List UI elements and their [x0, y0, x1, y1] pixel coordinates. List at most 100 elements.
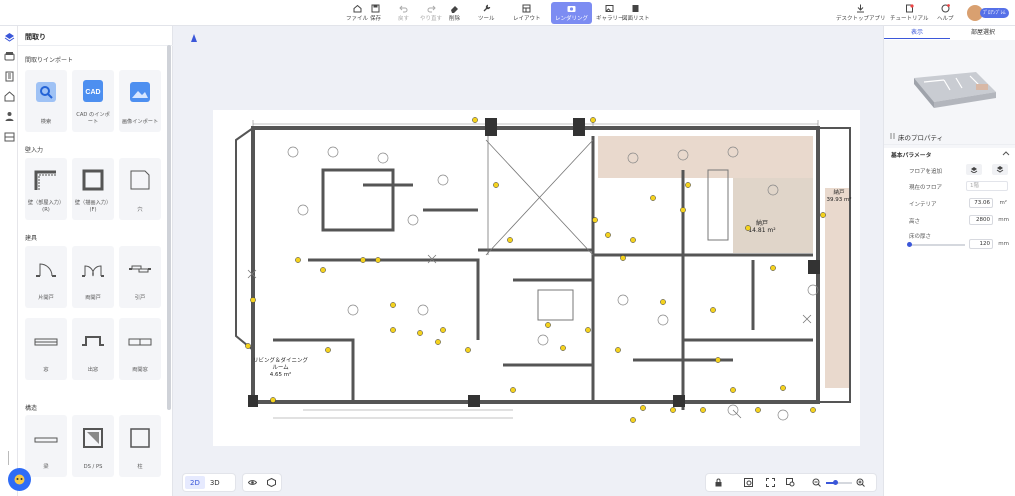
- tile-wall-room[interactable]: 壁（部屋入力）(R): [25, 158, 67, 220]
- toolbar-redo-button[interactable]: やり直す: [420, 2, 442, 24]
- plan-marker[interactable]: [592, 217, 598, 223]
- tile-single-door[interactable]: 片開戸: [25, 246, 67, 308]
- eye-icon[interactable]: [248, 478, 257, 487]
- tab-room-select[interactable]: 部屋選択: [950, 26, 1015, 39]
- plan-marker[interactable]: [295, 257, 301, 263]
- plan-marker[interactable]: [375, 257, 381, 263]
- plan-marker[interactable]: [417, 330, 423, 336]
- furniture-icon[interactable]: [4, 51, 15, 62]
- plan-marker[interactable]: [780, 385, 786, 391]
- person-icon[interactable]: [4, 111, 15, 122]
- storage-icon[interactable]: [4, 131, 15, 142]
- plan-marker[interactable]: [605, 232, 611, 238]
- plan-marker[interactable]: [820, 212, 826, 218]
- tile-beam[interactable]: 梁: [25, 415, 67, 477]
- plan-marker[interactable]: [250, 297, 256, 303]
- view-2d-button[interactable]: 2D: [185, 476, 205, 489]
- plan-marker[interactable]: [510, 387, 516, 393]
- tile-ds-ps[interactable]: DS / PS: [72, 415, 114, 477]
- plan-marker[interactable]: [730, 387, 736, 393]
- tile-opening[interactable]: 穴: [119, 158, 161, 220]
- plan-marker[interactable]: [325, 347, 331, 353]
- tutorial-button[interactable]: チュートリアル: [890, 2, 928, 24]
- chevron-up-icon[interactable]: [1002, 150, 1010, 156]
- tile-image-import[interactable]: 画像インポート: [119, 70, 161, 132]
- plan-marker[interactable]: [810, 407, 816, 413]
- measure-icon[interactable]: [744, 478, 753, 487]
- plan-marker[interactable]: [680, 207, 686, 213]
- plan-marker[interactable]: [390, 302, 396, 308]
- plan-marker[interactable]: [320, 267, 326, 273]
- plan-marker[interactable]: [360, 257, 366, 263]
- plan-marker[interactable]: [660, 299, 666, 305]
- plan-marker[interactable]: [245, 343, 251, 349]
- left-panel-scrollbar[interactable]: [167, 45, 171, 410]
- plan-marker[interactable]: [493, 182, 499, 188]
- plan-marker[interactable]: [440, 327, 446, 333]
- tile-casement-window[interactable]: 両開窓: [119, 318, 161, 380]
- toolbar-layout-button[interactable]: レイアウト: [513, 2, 541, 24]
- plan-marker[interactable]: [585, 327, 591, 333]
- house-icon[interactable]: [4, 91, 15, 102]
- tile-bay-window[interactable]: 出窓: [72, 318, 114, 380]
- zoom-slider[interactable]: [826, 480, 852, 485]
- plan-marker[interactable]: [507, 237, 513, 243]
- tab-display[interactable]: 表示: [884, 26, 950, 39]
- add-floor-above-button[interactable]: [966, 164, 982, 175]
- plan-marker[interactable]: [545, 322, 551, 328]
- building-icon[interactable]: [4, 71, 15, 82]
- desktop-app-button[interactable]: デスクトップアプリ: [836, 2, 886, 24]
- toolbar-wrench-button[interactable]: ツール: [478, 2, 495, 24]
- toolbar-eraser-button[interactable]: 削除: [449, 2, 460, 24]
- plan-marker[interactable]: [650, 195, 656, 201]
- tile-wall-draw[interactable]: 壁（描画入力）(F): [72, 158, 114, 220]
- plan-marker[interactable]: [590, 117, 596, 123]
- zoom-out-icon[interactable]: [812, 478, 821, 487]
- tile-cad-import[interactable]: CAD CAD のインポート: [72, 70, 114, 132]
- toolbar-undo-button[interactable]: 戻す: [398, 2, 409, 24]
- plan-marker[interactable]: [472, 117, 478, 123]
- toolbar-gallery-button[interactable]: ギャラリー: [596, 2, 624, 24]
- plan-marker[interactable]: [640, 405, 646, 411]
- plan-marker[interactable]: [435, 339, 441, 345]
- thickness-input[interactable]: 120: [969, 239, 993, 249]
- plan-marker[interactable]: [700, 407, 706, 413]
- plan-marker[interactable]: [715, 357, 721, 363]
- help-button[interactable]: ヘルプ: [937, 2, 954, 24]
- plan-marker[interactable]: [770, 265, 776, 271]
- plan-marker[interactable]: [630, 417, 636, 423]
- plan-marker[interactable]: [615, 347, 621, 353]
- plan-marker[interactable]: [465, 347, 471, 353]
- user-badge[interactable]: ﾌﾟﾛｱﾝﾌﾞﾚﾑ: [980, 8, 1009, 18]
- search-zoom-icon[interactable]: [786, 478, 795, 487]
- toolbar-camera-button[interactable]: レンダリング: [551, 2, 593, 24]
- fit-view-icon[interactable]: [766, 478, 775, 487]
- plan-marker[interactable]: [560, 345, 566, 351]
- toolbar-home-button[interactable]: ファイル: [346, 2, 368, 24]
- zoom-slider-handle[interactable]: [832, 480, 838, 485]
- cube-icon[interactable]: [267, 478, 276, 487]
- plan-marker[interactable]: [755, 407, 761, 413]
- height-input[interactable]: 2800: [969, 215, 993, 225]
- current-floor-select[interactable]: 1階: [966, 181, 1008, 191]
- add-floor-below-button[interactable]: [992, 164, 1008, 175]
- interior-area-input[interactable]: 73.06: [969, 198, 993, 208]
- toolbar-drawing-list-button[interactable]: 図面リスト: [622, 2, 650, 24]
- plan-marker[interactable]: [390, 327, 396, 333]
- plan-marker[interactable]: [745, 225, 751, 231]
- lock-icon[interactable]: [714, 478, 723, 487]
- plan-marker[interactable]: [670, 407, 676, 413]
- toolbar-save-button[interactable]: 保存: [370, 2, 381, 24]
- floorplan-icon[interactable]: [4, 31, 15, 42]
- assistant-fab[interactable]: [8, 468, 31, 491]
- plan-marker[interactable]: [630, 237, 636, 243]
- plan-marker[interactable]: [620, 255, 626, 261]
- plan-marker[interactable]: [270, 397, 276, 403]
- view-3d-button[interactable]: 3D: [205, 479, 225, 487]
- plan-marker[interactable]: [685, 182, 691, 188]
- tile-search[interactable]: 検索: [25, 70, 67, 132]
- plan-marker[interactable]: [710, 307, 716, 313]
- tile-sliding-door[interactable]: 引戸: [119, 246, 161, 308]
- tile-double-door[interactable]: 両開戸: [72, 246, 114, 308]
- tile-window[interactable]: 窓: [25, 318, 67, 380]
